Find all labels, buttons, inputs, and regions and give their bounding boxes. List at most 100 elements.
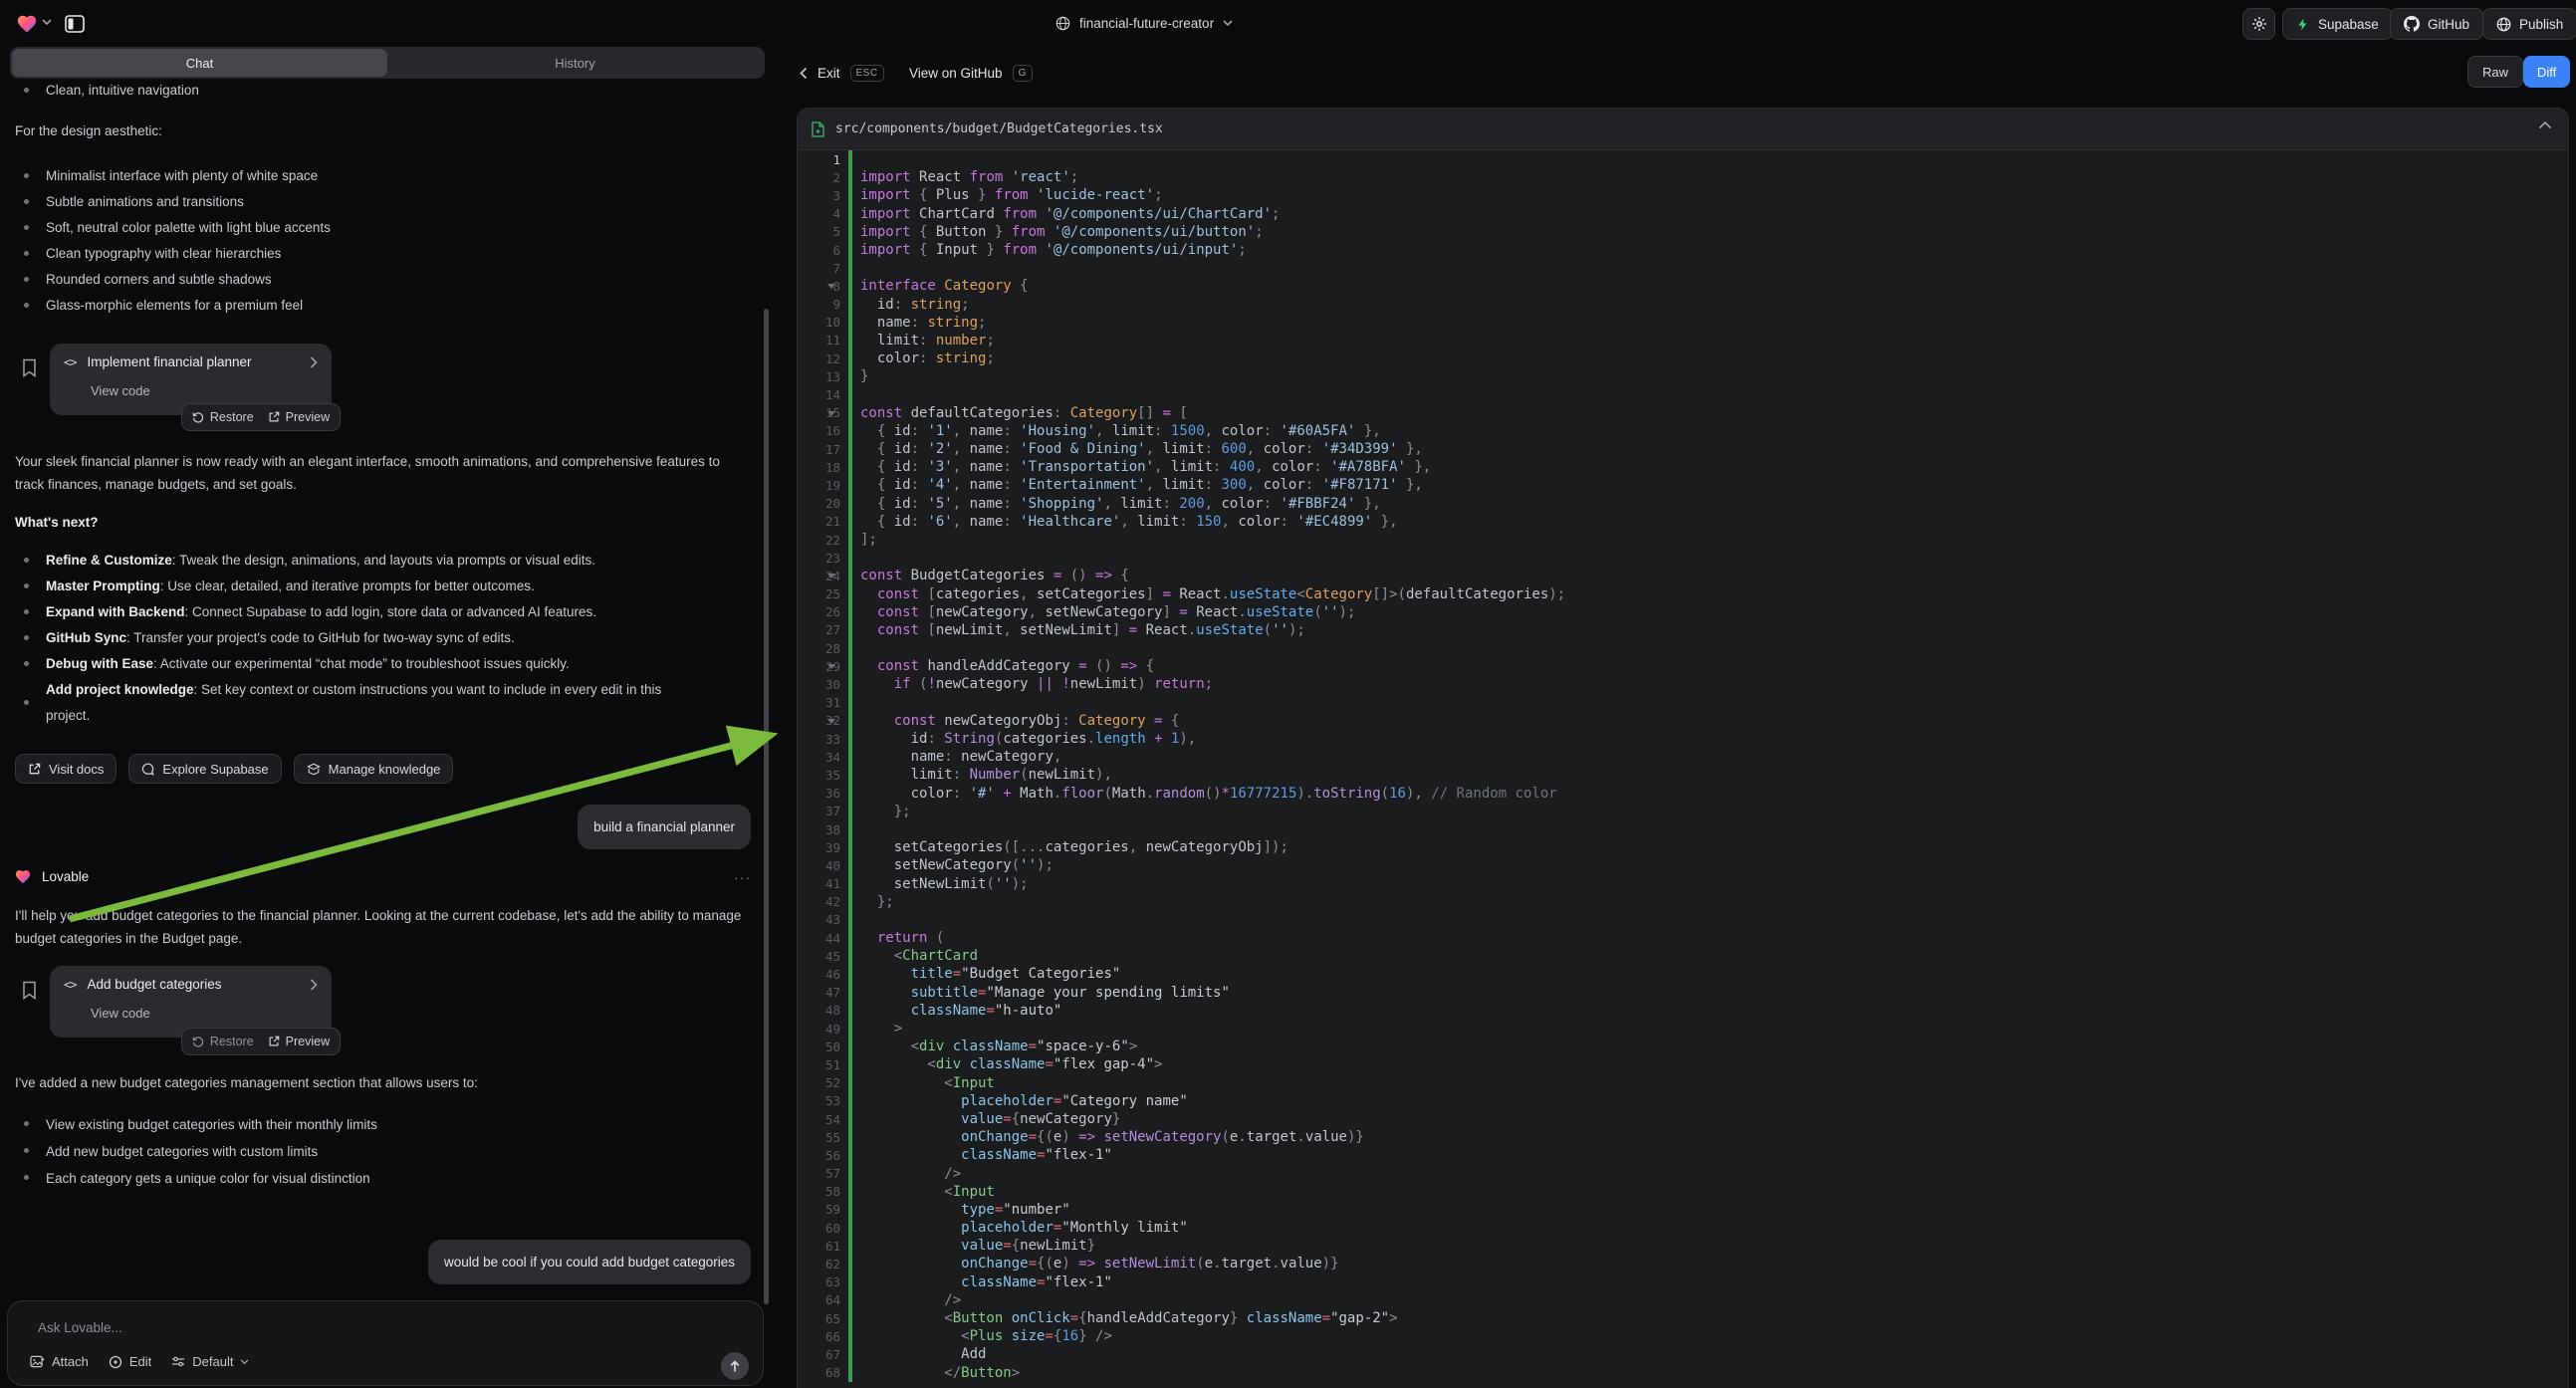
message-more-menu[interactable]: ··· bbox=[734, 869, 751, 885]
code-line: 42 }; bbox=[798, 893, 2568, 911]
publish-button[interactable]: Publish bbox=[2482, 8, 2576, 40]
preview-button[interactable]: Preview bbox=[268, 410, 330, 424]
tab-chat[interactable]: Chat bbox=[12, 49, 387, 77]
code-line: 24const BudgetCategories = () => { bbox=[798, 567, 2568, 584]
code-line: 39 setCategories([...categories, newCate… bbox=[798, 838, 2568, 856]
code-line: 66 <Plus size={16} /> bbox=[798, 1327, 2568, 1345]
file-header[interactable]: src/components/budget/BudgetCategories.t… bbox=[798, 109, 2568, 150]
send-button[interactable] bbox=[721, 1352, 749, 1380]
code-line: 48 className="h-auto" bbox=[798, 1002, 2568, 1020]
code-line: 12 color: string; bbox=[798, 349, 2568, 367]
code-line: 50 <div className="space-y-6"> bbox=[798, 1038, 2568, 1055]
tab-history[interactable]: History bbox=[387, 49, 763, 77]
view-code-link[interactable]: View code bbox=[91, 1006, 150, 1021]
manage-knowledge-button[interactable]: Manage knowledge bbox=[294, 754, 454, 784]
code-line: 28 bbox=[798, 639, 2568, 657]
code-line: 21 { id: '6', name: 'Healthcare', limit:… bbox=[798, 513, 2568, 531]
code-line: 49 > bbox=[798, 1020, 2568, 1038]
publish-globe-icon bbox=[2496, 17, 2511, 32]
code-line: 62 onChange={(e) => setNewLimit(e.target… bbox=[798, 1255, 2568, 1272]
code-line: 19 { id: '4', name: 'Entertainment', lim… bbox=[798, 476, 2568, 494]
explore-supabase-button[interactable]: Explore Supabase bbox=[128, 754, 281, 784]
code-line: 46 title="Budget Categories" bbox=[798, 965, 2568, 983]
fold-chevron-icon[interactable] bbox=[827, 664, 835, 669]
arrow-up-icon bbox=[729, 1360, 741, 1373]
project-name: financial-future-creator bbox=[1079, 16, 1214, 31]
code-line: 3import { Plus } from 'lucide-react'; bbox=[798, 186, 2568, 204]
settings-button[interactable] bbox=[2242, 8, 2275, 40]
diff-toggle-button[interactable]: Diff bbox=[2523, 56, 2570, 88]
list-item: Add new budget categories with custom li… bbox=[0, 1138, 742, 1165]
added-bullet-list: View existing budget categories with the… bbox=[0, 1111, 742, 1192]
code-line: 43 bbox=[798, 911, 2568, 929]
list-item: View existing budget categories with the… bbox=[0, 1111, 742, 1138]
work-card-title: Add budget categories bbox=[87, 977, 221, 992]
restore-button[interactable]: Restore bbox=[192, 410, 254, 424]
composer-placeholder: Ask Lovable... bbox=[38, 1320, 122, 1335]
work-card-title: Implement financial planner bbox=[87, 354, 251, 369]
code-line: 8interface Category { bbox=[798, 277, 2568, 295]
list-item: Expand with Backend: Connect Supabase to… bbox=[0, 599, 747, 625]
github-label: GitHub bbox=[2428, 17, 2469, 32]
code-editor[interactable]: 12import React from 'react';3import { Pl… bbox=[798, 150, 2568, 1388]
code-line: 1 bbox=[798, 150, 2568, 168]
fold-chevron-icon[interactable] bbox=[827, 284, 835, 289]
code-line: 32 const newCategoryObj: Category = { bbox=[798, 712, 2568, 730]
project-switcher[interactable]: financial-future-creator bbox=[1055, 0, 1233, 47]
restore-button[interactable]: Restore bbox=[192, 1035, 254, 1048]
chevron-right-icon bbox=[310, 979, 318, 991]
github-button[interactable]: GitHub bbox=[2390, 8, 2483, 40]
code-line: 25 const [categories, setCategories] = R… bbox=[798, 585, 2568, 603]
code-line: 68 </Button> bbox=[798, 1364, 2568, 1382]
code-line: 29 const handleAddCategory = () => { bbox=[798, 657, 2568, 675]
chat-scrollbar[interactable] bbox=[764, 309, 769, 1304]
list-item: Debug with Ease: Activate our experiment… bbox=[0, 651, 747, 677]
code-line: 38 bbox=[798, 820, 2568, 838]
code-line: 57 /> bbox=[798, 1165, 2568, 1183]
whats-next-heading: What's next? bbox=[15, 515, 98, 530]
list-item: Glass-morphic elements for a premium fee… bbox=[0, 293, 742, 319]
view-on-github-button[interactable]: View on GitHub G bbox=[909, 47, 1033, 99]
edit-mode-button[interactable]: Edit bbox=[109, 1354, 151, 1369]
code-line: 9 id: string; bbox=[798, 296, 2568, 314]
code-line: 65 <Button onClick={handleAddCategory} c… bbox=[798, 1309, 2568, 1327]
code-icon: <> bbox=[64, 978, 76, 992]
fold-chevron-icon[interactable] bbox=[827, 411, 835, 416]
list-item: Rounded corners and subtle shadows bbox=[0, 267, 742, 293]
chevron-down-icon bbox=[240, 1359, 249, 1365]
preview-button[interactable]: Preview bbox=[268, 1035, 330, 1048]
chevron-left-icon bbox=[800, 67, 808, 80]
code-line: 7 bbox=[798, 259, 2568, 277]
image-icon bbox=[30, 1355, 45, 1369]
chat-panel: Chat History Clean, intuitive navigation… bbox=[0, 0, 778, 1388]
supabase-button[interactable]: Supabase bbox=[2282, 8, 2393, 40]
attach-button[interactable]: Attach bbox=[30, 1354, 89, 1369]
code-line: 18 { id: '3', name: 'Transportation', li… bbox=[798, 458, 2568, 476]
list-item: Add project knowledge: Set key context o… bbox=[0, 677, 747, 729]
collapse-chevron-up-icon[interactable] bbox=[2538, 120, 2552, 129]
exit-button[interactable]: Exit ESC bbox=[800, 47, 884, 99]
view-code-link[interactable]: View code bbox=[91, 383, 150, 398]
bookmark-icon[interactable] bbox=[22, 981, 37, 1000]
code-line: 41 setNewLimit(''); bbox=[798, 875, 2568, 893]
raw-toggle-button[interactable]: Raw bbox=[2467, 56, 2523, 88]
composer[interactable]: Ask Lovable... Attach Edit Default bbox=[7, 1300, 764, 1386]
bookmark-icon[interactable] bbox=[22, 358, 37, 377]
code-line: 11 limit: number; bbox=[798, 332, 2568, 349]
fold-chevron-icon[interactable] bbox=[827, 574, 835, 578]
project-chevron-down-icon bbox=[1223, 20, 1233, 27]
chat-bubble-icon bbox=[141, 763, 154, 776]
sliders-icon bbox=[171, 1355, 185, 1368]
restore-icon bbox=[192, 411, 204, 423]
assistant-header: Lovable ··· bbox=[14, 868, 751, 885]
fold-chevron-icon[interactable] bbox=[827, 719, 835, 724]
external-link-icon bbox=[28, 763, 41, 776]
code-line: 47 subtitle="Manage your spending limits… bbox=[798, 984, 2568, 1002]
visit-docs-button[interactable]: Visit docs bbox=[15, 754, 117, 784]
user-message: build a financial planner bbox=[578, 805, 751, 849]
code-line: 20 { id: '5', name: 'Shopping', limit: 2… bbox=[798, 495, 2568, 513]
code-line: 13} bbox=[798, 367, 2568, 385]
model-selector[interactable]: Default bbox=[171, 1354, 249, 1369]
code-line: 33 id: String(categories.length + 1), bbox=[798, 730, 2568, 748]
esc-key-badge: ESC bbox=[850, 65, 884, 82]
